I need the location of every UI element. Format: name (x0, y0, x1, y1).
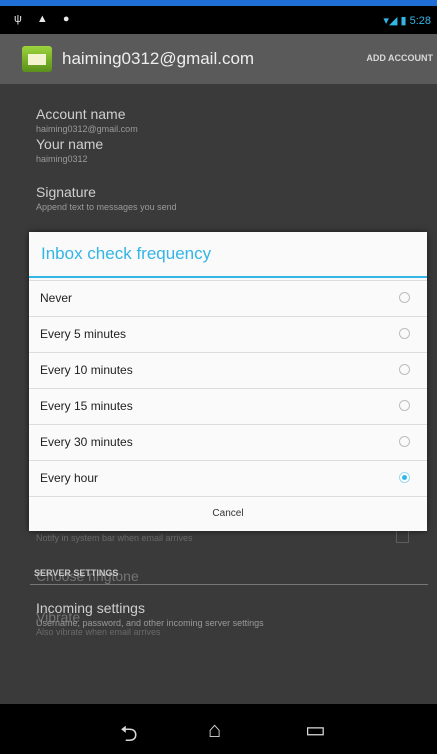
setting-title: Account name (36, 106, 126, 122)
status-bar: ψ ▲ ● ▾◢ ▮ 5:28 (0, 6, 437, 34)
recents-icon[interactable]: ▭ (305, 717, 326, 743)
radio-button[interactable] (399, 364, 410, 375)
screen: ψ ▲ ● ▾◢ ▮ 5:28 haiming0312@gmail.com AD… (0, 0, 437, 754)
signature-setting[interactable]: Signature Append text to messages you se… (36, 184, 177, 212)
setting-summary: Append text to messages you send (36, 202, 177, 212)
status-clock: ▾◢ ▮ 5:28 (383, 15, 431, 27)
navigation-bar: ⮌ ⌂ ▭ (0, 704, 437, 754)
option-label: Every 30 minutes (40, 435, 133, 449)
back-icon[interactable]: ⮌ (120, 717, 138, 754)
radio-button[interactable] (399, 400, 410, 411)
vibrate-checkbox[interactable] (396, 530, 409, 543)
radio-button-selected[interactable] (399, 472, 410, 483)
incoming-settings[interactable]: Incoming settings Username, password, an… (36, 600, 264, 628)
option-never[interactable]: Never (29, 280, 427, 316)
home-icon[interactable]: ⌂ (208, 717, 221, 743)
setting-title: Your name (36, 136, 104, 152)
dialog-title-divider (29, 276, 427, 278)
account-title: haiming0312@gmail.com (62, 49, 255, 68)
option-every-10-minutes[interactable]: Every 10 minutes (29, 352, 427, 388)
option-label: Every 5 minutes (40, 327, 127, 341)
account-name-setting[interactable]: Account name haiming0312@gmail.com (36, 106, 138, 134)
your-name-setting[interactable]: Your name haiming0312 (36, 136, 103, 164)
option-label: Every 15 minutes (40, 399, 133, 413)
cancel-button[interactable]: Cancel (29, 496, 427, 531)
add-account-button[interactable]: ADD ACCOUNT (366, 53, 433, 63)
setting-title: Incoming settings (36, 600, 145, 616)
radio-button[interactable] (399, 292, 410, 303)
notify-setting[interactable]: Notify in system bar when email arrives (36, 531, 193, 543)
action-bar: haiming0312@gmail.com ADD ACCOUNT (0, 34, 437, 84)
setting-title: Signature (36, 184, 96, 200)
setting-summary: haiming0312 (36, 154, 88, 164)
radio-button[interactable] (399, 328, 410, 339)
section-header-server-settings: SERVER SETTINGS (34, 568, 119, 578)
radio-button[interactable] (399, 436, 410, 447)
option-every-hour[interactable]: Every hour (29, 460, 427, 496)
email-app-icon[interactable] (22, 46, 52, 72)
option-every-5-minutes[interactable]: Every 5 minutes (29, 316, 427, 352)
setting-summary: haiming0312@gmail.com (36, 124, 138, 134)
setting-summary: Username, password, and other incoming s… (36, 618, 264, 628)
setting-summary: Notify in system bar when email arrives (36, 533, 193, 543)
section-divider (30, 584, 428, 585)
option-label: Every 10 minutes (40, 363, 133, 377)
dialog-title: Inbox check frequency (41, 244, 212, 263)
option-label: Every hour (40, 471, 99, 485)
status-time: 5:28 (409, 15, 431, 27)
inbox-frequency-dialog: Inbox check frequency Never Every 5 minu… (29, 232, 427, 531)
option-label: Never (40, 291, 73, 305)
setting-summary: Also vibrate when email arrives (36, 627, 161, 637)
status-notification-icons: ψ ▲ ● (14, 13, 76, 25)
option-every-30-minutes[interactable]: Every 30 minutes (29, 424, 427, 460)
option-every-15-minutes[interactable]: Every 15 minutes (29, 388, 427, 424)
